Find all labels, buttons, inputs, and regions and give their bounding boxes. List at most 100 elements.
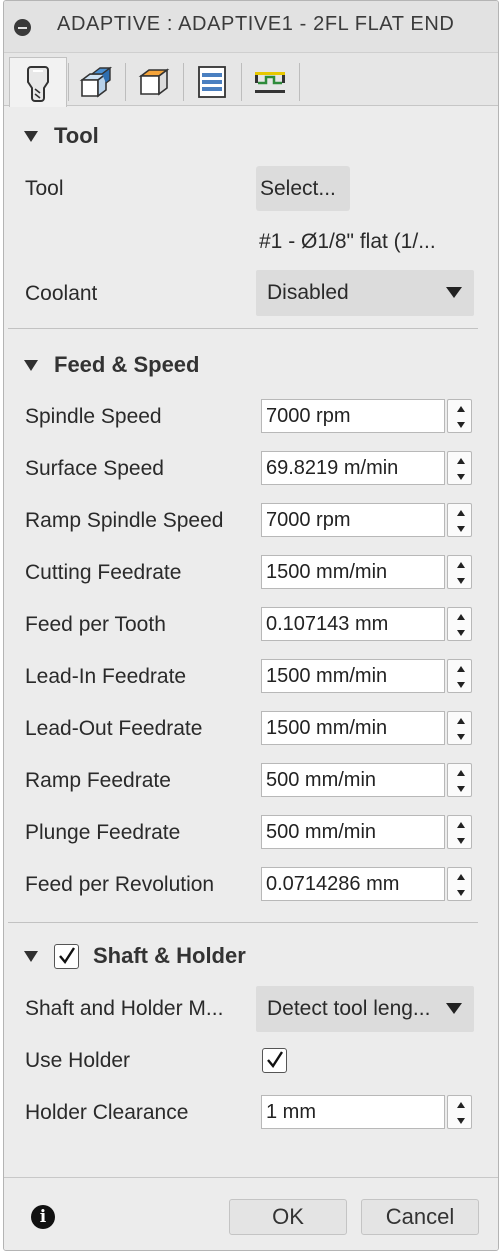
field-label: Surface Speed xyxy=(25,457,164,480)
section-title: Feed & Speed xyxy=(54,352,200,377)
use-holder-label: Use Holder xyxy=(25,1049,131,1072)
field-input[interactable] xyxy=(261,659,445,693)
field-label: Ramp Spindle Speed xyxy=(25,509,224,532)
divider xyxy=(8,922,478,923)
stepper-down-icon[interactable] xyxy=(457,474,465,480)
field-input[interactable] xyxy=(261,451,445,485)
tool-select-button[interactable]: Select... xyxy=(256,166,350,211)
tab-geometry[interactable] xyxy=(67,59,125,105)
feed-section-header[interactable]: Feed & Speed xyxy=(24,352,199,378)
stepper-buttons[interactable] xyxy=(447,711,472,745)
stepper-up-icon[interactable] xyxy=(457,614,465,620)
stepper-down-icon[interactable] xyxy=(457,838,465,844)
tool-name: #1 - Ø1/8" flat (1/... xyxy=(259,230,436,253)
shaft-holder-mode-select[interactable]: Detect tool leng... xyxy=(256,986,474,1032)
stepper-buttons[interactable] xyxy=(447,659,472,693)
section-title: Tool xyxy=(54,123,99,148)
title-bar[interactable]: ADAPTIVE : ADAPTIVE1 - 2FL FLAT END xyxy=(4,1,498,53)
stepper-buttons[interactable] xyxy=(447,555,472,589)
use-holder-checkbox[interactable] xyxy=(262,1048,287,1073)
tool-label: Tool xyxy=(25,177,64,200)
stepper-down-icon[interactable] xyxy=(457,578,465,584)
stepper-up-icon[interactable] xyxy=(457,874,465,880)
holder-clearance-spinbox xyxy=(261,1095,474,1131)
coolant-label: Coolant xyxy=(25,282,98,305)
cancel-button[interactable]: Cancel xyxy=(361,1199,479,1235)
stepper-up-icon[interactable] xyxy=(457,1102,465,1108)
stepper-up-icon[interactable] xyxy=(457,406,465,412)
field-input[interactable] xyxy=(261,607,445,641)
field-input[interactable] xyxy=(261,711,445,745)
field-label: Cutting Feedrate xyxy=(25,561,182,584)
coolant-select[interactable]: Disabled xyxy=(256,270,474,316)
section-title: Shaft & Holder xyxy=(93,943,246,968)
shaft-holder-mode-value: Detect tool leng... xyxy=(267,997,431,1020)
field-spinbox xyxy=(261,815,474,851)
stepper-buttons[interactable] xyxy=(447,503,472,537)
stepper-buttons[interactable] xyxy=(447,867,472,901)
field-label: Lead-In Feedrate xyxy=(25,665,187,688)
field-spinbox xyxy=(261,399,474,435)
field-label: Plunge Feedrate xyxy=(25,821,181,844)
field-spinbox xyxy=(261,711,474,747)
tool-icon xyxy=(27,65,49,102)
field-input[interactable] xyxy=(261,763,445,797)
field-label: Feed per Revolution xyxy=(25,873,215,896)
stepper-down-icon[interactable] xyxy=(457,786,465,792)
field-input[interactable] xyxy=(261,503,445,537)
stepper-up-icon[interactable] xyxy=(457,458,465,464)
field-label: Feed per Tooth xyxy=(25,613,166,636)
field-spinbox xyxy=(261,555,474,591)
holder-clearance-input[interactable] xyxy=(261,1095,445,1129)
dialog-content: Tool Tool Select... #1 - Ø1/8" flat (1/.… xyxy=(4,107,498,1177)
stepper-up-icon[interactable] xyxy=(457,718,465,724)
ok-button[interactable]: OK xyxy=(229,1199,347,1235)
divider xyxy=(8,328,478,329)
field-input[interactable] xyxy=(261,555,445,589)
tab-linking[interactable] xyxy=(241,59,299,105)
field-input[interactable] xyxy=(261,399,445,433)
stepper-down-icon[interactable] xyxy=(457,682,465,688)
collapse-triangle-icon[interactable] xyxy=(24,950,38,962)
shaft-section-header[interactable]: Shaft & Holder xyxy=(24,943,246,969)
geometry-icon xyxy=(79,66,113,98)
stepper-down-icon[interactable] xyxy=(457,422,465,428)
checkmark-icon xyxy=(59,946,76,964)
stepper-down-icon[interactable] xyxy=(457,890,465,896)
info-icon[interactable]: i xyxy=(31,1205,55,1229)
tab-passes[interactable] xyxy=(183,59,241,105)
stepper-buttons[interactable] xyxy=(447,399,472,433)
stepper-buttons[interactable] xyxy=(447,1095,472,1129)
stepper-buttons[interactable] xyxy=(447,763,472,797)
stepper-buttons[interactable] xyxy=(447,607,472,641)
stepper-buttons[interactable] xyxy=(447,815,472,849)
shaft-holder-mode-label: Shaft and Holder M... xyxy=(25,997,224,1020)
stepper-up-icon[interactable] xyxy=(457,770,465,776)
dialog-footer: i OK Cancel xyxy=(4,1177,498,1250)
collapse-triangle-icon[interactable] xyxy=(24,359,38,371)
chevron-down-icon xyxy=(446,1003,462,1014)
stepper-up-icon[interactable] xyxy=(457,822,465,828)
stepper-down-icon[interactable] xyxy=(457,630,465,636)
linking-icon xyxy=(255,72,285,93)
stepper-down-icon[interactable] xyxy=(457,526,465,532)
collapse-icon[interactable] xyxy=(14,19,31,36)
shaft-holder-checkbox[interactable] xyxy=(54,943,79,969)
stepper-down-icon[interactable] xyxy=(457,1118,465,1124)
checkmark-icon xyxy=(267,1051,284,1069)
collapse-triangle-icon[interactable] xyxy=(24,130,38,142)
dialog-title: ADAPTIVE : ADAPTIVE1 - 2FL FLAT END xyxy=(57,13,455,35)
tool-section-header[interactable]: Tool xyxy=(24,123,99,149)
stepper-down-icon[interactable] xyxy=(457,734,465,740)
heights-icon xyxy=(138,68,170,96)
tab-tool[interactable] xyxy=(9,57,67,107)
stepper-up-icon[interactable] xyxy=(457,562,465,568)
stepper-up-icon[interactable] xyxy=(457,510,465,516)
field-spinbox xyxy=(261,451,474,487)
stepper-up-icon[interactable] xyxy=(457,666,465,672)
chevron-down-icon xyxy=(446,287,462,298)
stepper-buttons[interactable] xyxy=(447,451,472,485)
field-input[interactable] xyxy=(261,815,445,849)
tab-heights[interactable] xyxy=(125,59,183,105)
field-input[interactable] xyxy=(261,867,445,901)
